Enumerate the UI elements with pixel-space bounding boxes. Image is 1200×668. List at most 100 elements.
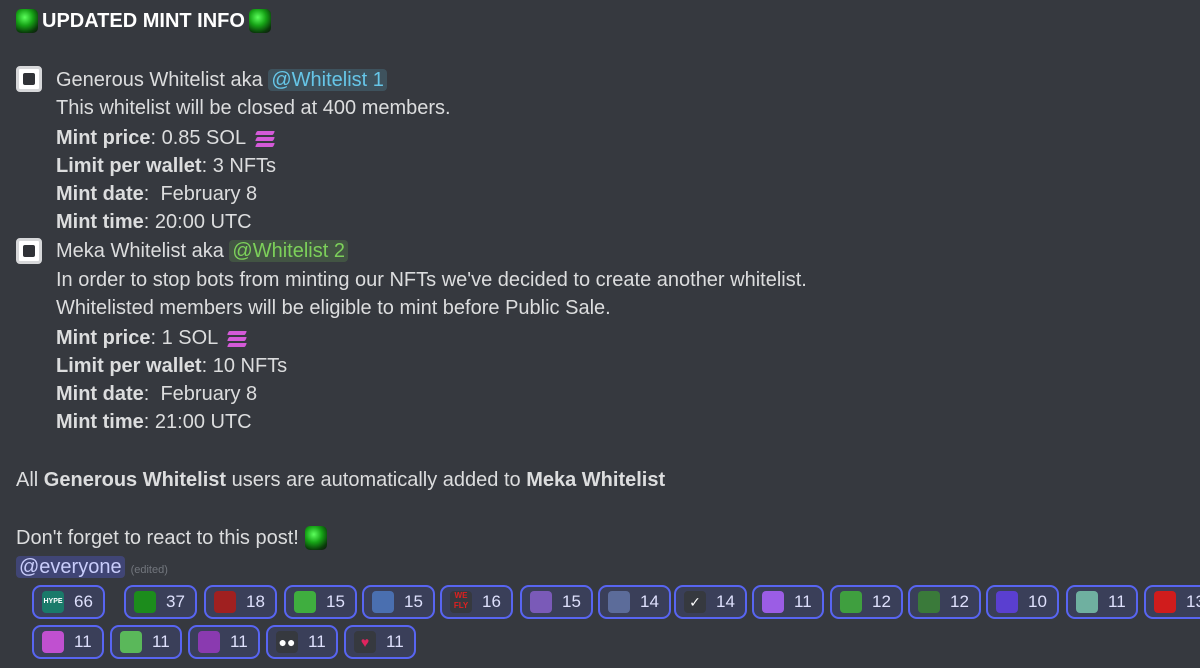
reaction-count: 13 [1186,592,1200,611]
reaction-chip[interactable]: 11 [752,585,824,619]
reaction-emoji-icon [134,591,156,613]
note-bold: Generous Whitelist [43,469,227,491]
reaction-chip[interactable]: 15 [520,585,593,619]
reaction-chip[interactable]: 12 [908,585,981,619]
reaction-emoji-icon [840,591,862,613]
reaction-emoji-icon [1076,591,1098,613]
everyone-line: @everyone (edited) [16,553,168,581]
limit-value: : 3 NFTs [201,155,277,177]
reaction-chip[interactable]: HYPE 66 [32,585,105,619]
checkbox-icon [16,66,42,92]
reaction-emoji-icon [42,631,64,653]
solana-icon [254,130,276,147]
reaction-chip[interactable]: 11 [188,625,260,659]
reaction-count: 15 [326,592,345,611]
reaction-chip[interactable]: ♥ 11 [344,625,416,659]
mint-time-value: : 21:00 UTC [143,411,252,433]
reaction-count: 11 [386,632,404,651]
limit-label: Limit per wallet [56,355,202,377]
mint-price-label: Mint price [56,127,151,149]
reaction-emoji-icon [608,591,630,613]
reaction-chip[interactable]: 11 [1066,585,1138,619]
mint-time-line: Mint time: 21:00 UTC [56,408,252,436]
mint-date-line: Mint date: February 8 [56,380,257,408]
role-mention[interactable]: @Whitelist 1 [268,69,387,91]
message-title: UPDATED MINT INFO [16,6,271,36]
reaction-count: 15 [562,592,581,611]
reaction-emoji-icon [214,591,236,613]
reaction-count: 11 [230,632,248,651]
reaction-count: 11 [74,632,92,651]
reaction-emoji-icon [918,591,940,613]
reaction-chip[interactable]: ●● 11 [266,625,338,659]
reaction-count: 14 [716,592,735,611]
reaction-emoji-icon: ♥ [354,631,376,653]
mint-time-label: Mint time [56,211,144,233]
reaction-count: 11 [152,632,170,651]
reaction-chip[interactable]: 15 [362,585,435,619]
section-heading: Meka Whitelist aka @Whitelist 2 [56,237,348,265]
reaction-count: 16 [482,592,501,611]
mint-price-label: Mint price [56,327,151,349]
green-gem-icon [248,9,271,33]
reaction-emoji-icon [530,591,552,613]
reaction-chip[interactable]: 11 [110,625,182,659]
reaction-count: 11 [308,632,326,651]
mint-date-value: : February 8 [143,183,258,205]
title-text: UPDATED MINT INFO [42,10,245,32]
reaction-count: 11 [1108,592,1126,611]
green-gem-icon [16,9,38,33]
reaction-chip[interactable]: 37 [124,585,197,619]
heading-text: Generous Whitelist aka [56,69,263,91]
reaction-chip[interactable]: 13 [1144,585,1200,619]
limit-line: Limit per wallet: 3 NFTs [56,152,276,180]
mint-price-value: : 1 SOL [150,327,219,349]
mint-price-value: : 0.85 SOL [150,127,247,149]
section-description: In order to stop bots from minting our N… [56,269,807,291]
react-prompt: Don't forget to react to this post! [16,524,327,552]
limit-label: Limit per wallet [56,155,202,177]
reaction-chip[interactable]: WE FLY 16 [440,585,513,619]
note-text: users are automatically added to [226,469,527,491]
reaction-chip[interactable]: 10 [986,585,1059,619]
reaction-chip[interactable]: 12 [830,585,903,619]
reaction-emoji-icon: WE FLY [450,591,472,613]
note-text: All [16,469,44,491]
role-mention[interactable]: @Whitelist 2 [229,240,348,262]
section-description: This whitelist will be closed at 400 mem… [56,97,451,119]
reaction-emoji-icon [198,631,220,653]
limit-line: Limit per wallet: 10 NFTs [56,352,287,380]
reaction-count: 37 [166,592,185,611]
mint-date-label: Mint date [56,183,144,205]
mint-price-line: Mint price: 0.85 SOL [56,124,276,152]
reaction-chip[interactable]: 14 [598,585,671,619]
reaction-chip[interactable]: 18 [204,585,277,619]
reaction-emoji-icon: HYPE [42,591,64,613]
everyone-mention[interactable]: @everyone [16,556,125,578]
checkbox-icon [16,238,42,264]
mint-time-value: : 20:00 UTC [143,211,252,233]
reaction-count: 66 [74,592,93,611]
reaction-emoji-icon [996,591,1018,613]
reaction-count: 18 [246,592,265,611]
auto-added-note: All Generous Whitelist users are automat… [16,466,665,494]
solana-icon [226,330,248,347]
reaction-count: 15 [404,592,423,611]
mint-date-label: Mint date [56,383,144,405]
edited-label: (edited) [130,564,168,576]
mint-time-label: Mint time [56,411,144,433]
reaction-count: 12 [950,592,969,611]
reaction-emoji-icon [294,591,316,613]
reaction-chip[interactable]: 15 [284,585,357,619]
reaction-chip[interactable]: 11 [32,625,104,659]
note-bold: Meka Whitelist [526,469,666,491]
reaction-count: 10 [1028,592,1047,611]
reaction-emoji-icon: ✓ [684,591,706,613]
reaction-emoji-icon [1154,591,1176,613]
heading-text: Meka Whitelist aka [56,240,224,262]
reaction-emoji-icon: ●● [276,631,298,653]
reaction-emoji-icon [372,591,394,613]
limit-value: : 10 NFTs [201,355,288,377]
reaction-chip[interactable]: ✓ 14 [674,585,747,619]
mint-time-line: Mint time: 20:00 UTC [56,208,252,236]
